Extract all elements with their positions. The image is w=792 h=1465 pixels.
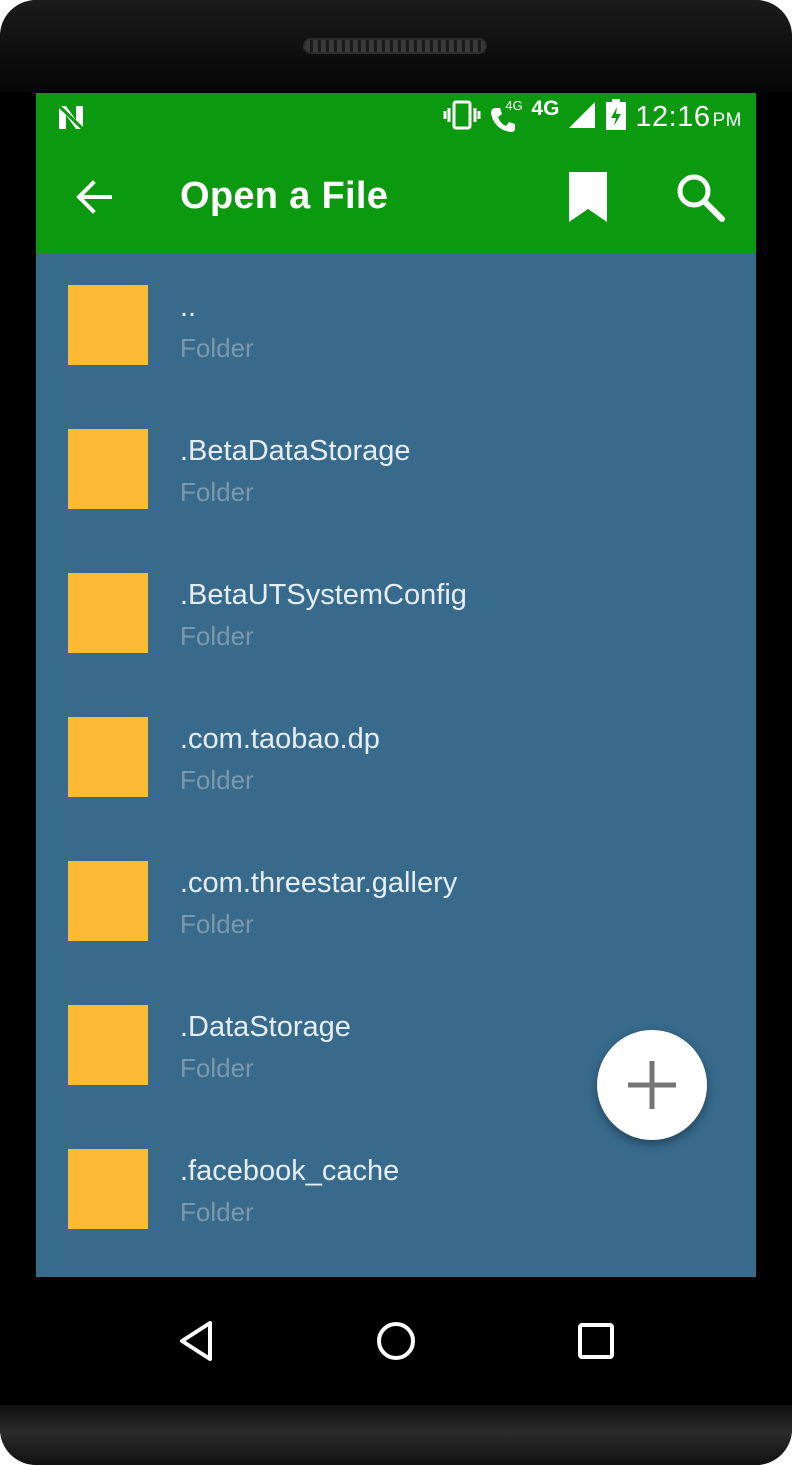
- file-name: .BetaDataStorage: [180, 435, 411, 467]
- device-bottom-bezel: [0, 1405, 792, 1465]
- back-triangle-icon: [180, 1321, 212, 1361]
- add-fab-button[interactable]: [597, 1030, 707, 1140]
- earpiece-speaker: [303, 38, 487, 54]
- recents-square-icon: [578, 1323, 614, 1359]
- list-item[interactable]: .BetaUTSystemConfig Folder: [36, 541, 756, 685]
- battery-charging-icon: [605, 98, 627, 136]
- vibrate-icon: [443, 100, 481, 135]
- home-circle-icon: [377, 1322, 415, 1360]
- file-type: Folder: [180, 909, 254, 939]
- bookmark-icon: [569, 172, 607, 222]
- search-icon: [677, 174, 725, 222]
- folder-icon: [68, 1005, 148, 1085]
- wifi-calling-icon: 4G: [489, 98, 523, 134]
- file-type: Folder: [180, 333, 254, 363]
- status-icons: 4G 4G 12:16 PM: [443, 93, 742, 141]
- folder-icon: [68, 717, 148, 797]
- app-bar: Open a File: [36, 141, 756, 253]
- folder-icon: [68, 285, 148, 365]
- status-bar: 4G 4G 12:16 PM: [36, 93, 756, 141]
- arrow-back-icon: [76, 180, 112, 214]
- bookmark-button[interactable]: [556, 165, 620, 229]
- phone-device: 4G 4G 12:16 PM Open a File .. Folder .Be…: [0, 0, 792, 1465]
- n-notification-icon: [56, 103, 86, 136]
- network-type-label: 4G: [531, 97, 560, 120]
- file-name: .com.threestar.gallery: [180, 867, 458, 899]
- nav-recents-button[interactable]: [556, 1301, 636, 1381]
- file-type: Folder: [180, 765, 254, 795]
- back-button[interactable]: [62, 165, 126, 229]
- file-name: ..: [180, 291, 197, 323]
- folder-icon: [68, 1149, 148, 1229]
- file-name: .facebook_cache: [180, 1155, 400, 1187]
- file-type: Folder: [180, 1197, 254, 1227]
- nav-home-button[interactable]: [356, 1301, 436, 1381]
- file-name: .com.taobao.dp: [180, 723, 380, 755]
- device-top-bezel: [0, 0, 792, 92]
- signal-icon: [567, 100, 597, 135]
- plus-icon: [628, 1061, 676, 1109]
- screen: 4G 4G 12:16 PM Open a File .. Folder .Be…: [36, 93, 756, 1277]
- nav-back-button[interactable]: [156, 1301, 236, 1381]
- file-type: Folder: [180, 477, 254, 507]
- list-item[interactable]: .BetaDataStorage Folder: [36, 397, 756, 541]
- search-button[interactable]: [668, 165, 732, 229]
- folder-icon: [68, 429, 148, 509]
- call-network-label: 4G: [505, 98, 523, 113]
- status-ampm: PM: [712, 109, 742, 131]
- file-type: Folder: [180, 621, 254, 651]
- folder-icon: [68, 573, 148, 653]
- list-item[interactable]: .com.taobao.dp Folder: [36, 685, 756, 829]
- file-type: Folder: [180, 1053, 254, 1083]
- list-item[interactable]: .com.threestar.gallery Folder: [36, 829, 756, 973]
- system-nav-bar: [0, 1277, 792, 1405]
- list-item[interactable]: .. Folder: [36, 253, 756, 397]
- file-name: .BetaUTSystemConfig: [180, 579, 467, 611]
- folder-icon: [68, 861, 148, 941]
- page-title: Open a File: [180, 175, 389, 217]
- status-time: 12:16: [635, 100, 711, 133]
- status-clock: 12:16 PM: [635, 101, 742, 134]
- file-name: .DataStorage: [180, 1011, 351, 1043]
